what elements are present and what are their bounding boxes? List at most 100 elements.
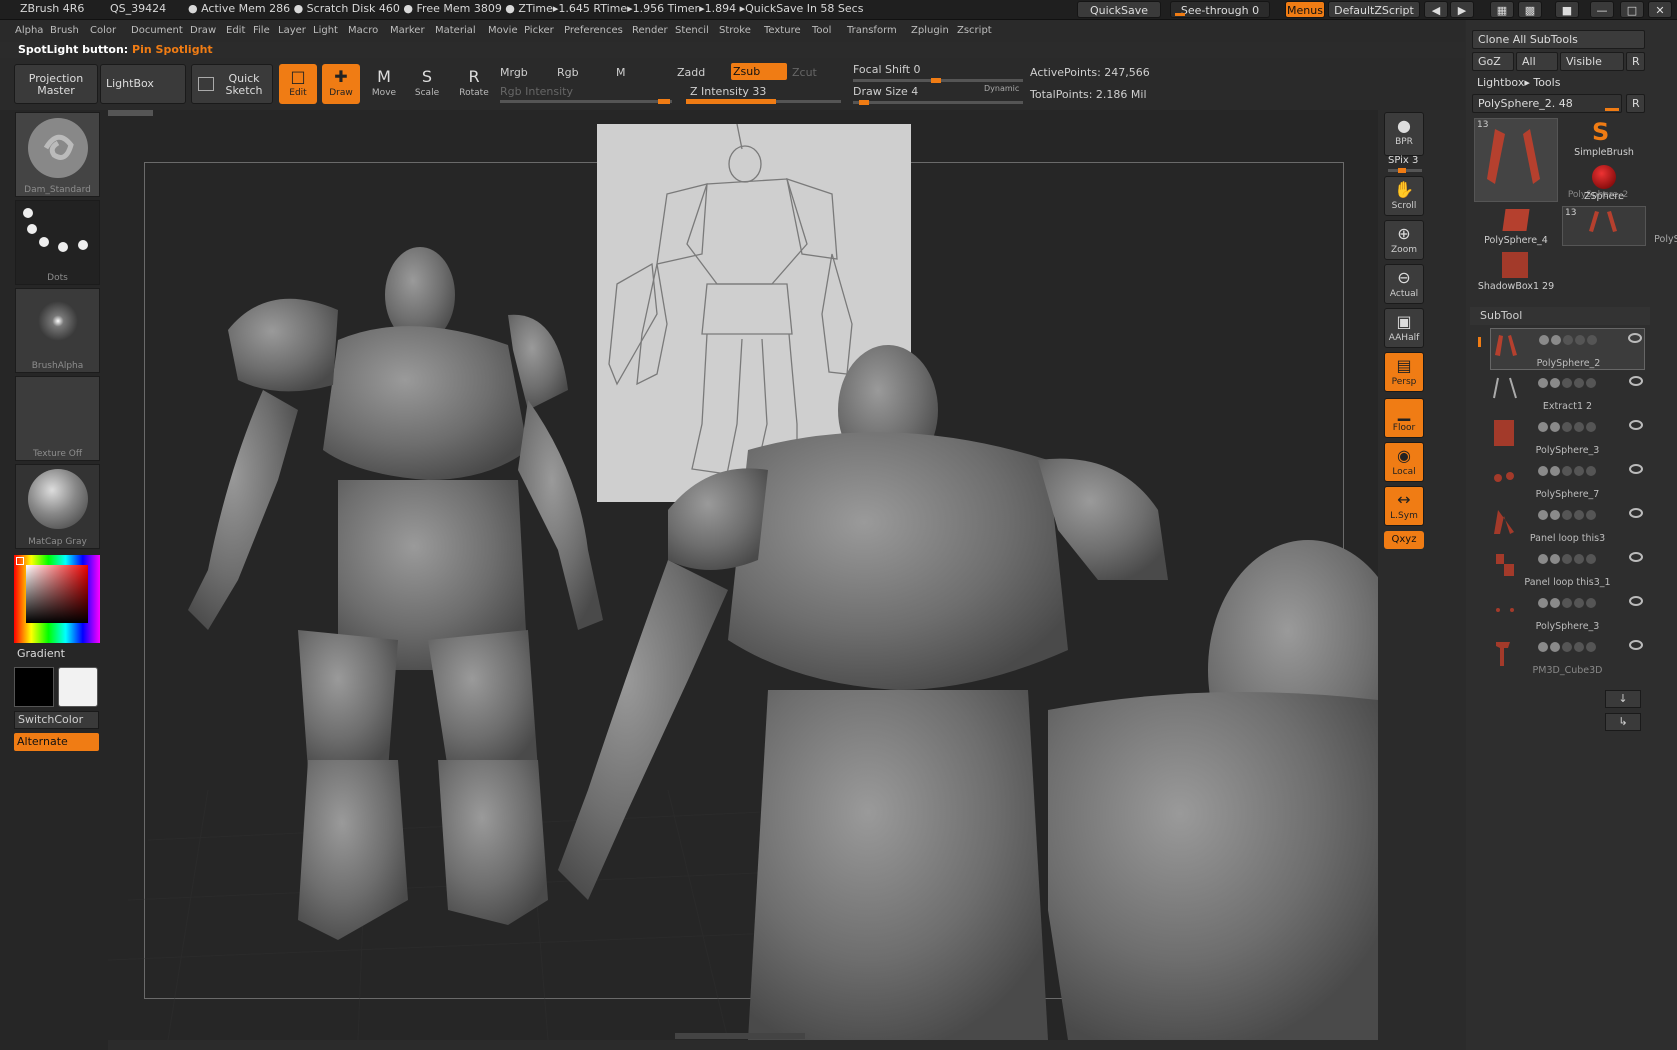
ui-color-icon[interactable]: ▩ (1518, 1, 1542, 18)
subtool-toggles[interactable] (1538, 422, 1638, 432)
z-intensity-track[interactable] (686, 99, 841, 104)
local-button[interactable]: ◉ Local (1384, 442, 1424, 482)
mrgb-button[interactable]: Mrgb (500, 66, 528, 79)
aahalf-button[interactable]: ▣ AAHalf (1384, 308, 1424, 348)
current-tool-slider[interactable]: PolySphere_2. 48 (1472, 94, 1622, 113)
xyz-button[interactable]: Qxyz (1384, 531, 1424, 549)
rgb-intensity-track[interactable] (500, 99, 672, 104)
m-button[interactable]: M (616, 66, 626, 79)
maximize-icon[interactable]: □ (1620, 1, 1644, 18)
z-intensity-slider[interactable]: Z Intensity 33 (690, 85, 766, 98)
eye-icon[interactable] (1629, 508, 1643, 518)
subtool-toggles[interactable] (1538, 378, 1638, 388)
spix-track[interactable] (1388, 168, 1422, 173)
persp-button[interactable]: ▤ Persp (1384, 352, 1424, 392)
tool-r-button[interactable]: R (1626, 94, 1645, 113)
default-zscript-button[interactable]: DefaultZScript (1328, 1, 1420, 18)
menu-zscript[interactable]: Zscript (957, 25, 992, 36)
menu-render[interactable]: Render (632, 25, 668, 36)
texture-thumbnail[interactable]: Texture Off (15, 376, 100, 461)
zoom-button[interactable]: ⊕ Zoom (1384, 220, 1424, 260)
actual-button[interactable]: ⊖ Actual (1384, 264, 1424, 304)
r-button[interactable]: R (1626, 52, 1645, 71)
menu-brush[interactable]: Brush (50, 25, 79, 36)
menu-layer[interactable]: Layer (278, 25, 306, 36)
bottom-shelf-handle[interactable] (675, 1033, 805, 1039)
minimize-icon[interactable]: — (1590, 1, 1614, 18)
menus-button[interactable]: Menus (1285, 1, 1325, 18)
quicksave-button[interactable]: QuickSave (1077, 1, 1161, 18)
alpha-thumbnail[interactable]: BrushAlpha (15, 288, 100, 373)
eye-icon[interactable] (1628, 333, 1642, 343)
zcut-button[interactable]: Zcut (792, 66, 817, 79)
brush-thumbnail[interactable]: Dam_Standard (15, 112, 100, 197)
edit-tool[interactable]: □ Edit (279, 64, 317, 104)
lsym-button[interactable]: ↔ L.Sym (1384, 486, 1424, 526)
gradient-label[interactable]: Gradient (17, 647, 65, 660)
menu-marker[interactable]: Marker (390, 25, 425, 36)
lightbox-tools-button[interactable]: Lightbox▸ Tools (1472, 74, 1645, 93)
eye-icon[interactable] (1629, 376, 1643, 386)
clone-all-subtools-button[interactable]: Clone All SubTools (1472, 30, 1645, 49)
draw-tool[interactable]: ✚ Draw (322, 64, 360, 104)
subtool-row[interactable]: PolySphere_3 (1490, 592, 1645, 634)
visible-button[interactable]: Visible (1560, 52, 1624, 71)
eye-icon[interactable] (1629, 552, 1643, 562)
menu-macro[interactable]: Macro (348, 25, 378, 36)
subtool-row[interactable]: Panel loop this3 (1490, 504, 1645, 546)
switchcolor-button[interactable]: SwitchColor (14, 711, 99, 729)
subtool-toggles[interactable] (1538, 510, 1638, 520)
move-to-bottom-icon[interactable]: ↳ (1605, 713, 1641, 731)
subtool-row[interactable]: PolySphere_7 (1490, 460, 1645, 502)
close-icon[interactable]: ✕ (1648, 1, 1672, 18)
color-picker[interactable] (14, 555, 100, 643)
subtool-toggles[interactable] (1539, 335, 1639, 345)
bpr-button[interactable]: ● BPR (1384, 112, 1424, 156)
subtool-toggles[interactable] (1538, 642, 1638, 652)
eye-icon[interactable] (1629, 596, 1643, 606)
subtool-row[interactable]: PolySphere_3 (1490, 416, 1645, 458)
goz-button[interactable]: GoZ (1472, 52, 1514, 71)
lock-icon[interactable]: ■ (1555, 1, 1579, 18)
subtool-toggles[interactable] (1538, 466, 1638, 476)
subtool-row[interactable]: PolySphere_2 (1490, 328, 1645, 370)
menu-light[interactable]: Light (313, 25, 338, 36)
color-square[interactable] (26, 565, 88, 623)
menu-texture[interactable]: Texture (764, 25, 801, 36)
subtool-scrollbar[interactable] (1478, 337, 1481, 347)
all-button[interactable]: All (1516, 52, 1558, 71)
spix-slider[interactable]: SPix 3 (1388, 155, 1418, 166)
menu-stroke[interactable]: Stroke (719, 25, 751, 36)
menu-zplugin[interactable]: Zplugin (911, 25, 949, 36)
zadd-button[interactable]: Zadd (677, 66, 705, 79)
menu-preferences[interactable]: Preferences (564, 25, 623, 36)
subtool-row[interactable]: Panel loop this3_1 (1490, 548, 1645, 590)
menu-movie[interactable]: Movie (488, 25, 518, 36)
menu-transform[interactable]: Transform (847, 25, 897, 36)
draw-size-slider[interactable]: Draw Size 4 (853, 85, 918, 98)
menu-tool[interactable]: Tool (812, 25, 831, 36)
eye-icon[interactable] (1629, 640, 1643, 650)
menu-document[interactable]: Document (131, 25, 183, 36)
floor-button[interactable]: ▁ Floor (1384, 398, 1424, 438)
rgb-intensity-slider[interactable]: Rgb Intensity (500, 85, 573, 98)
alternate-button[interactable]: Alternate (14, 733, 99, 751)
layout-icon[interactable]: ▦ (1490, 1, 1514, 18)
next-layout-icon[interactable]: ▶ (1450, 1, 1474, 18)
menu-edit[interactable]: Edit (226, 25, 245, 36)
tool-thumb-shadowbox[interactable]: ShadowBox1 29 (1474, 250, 1558, 292)
menu-color[interactable]: Color (90, 25, 116, 36)
menu-draw[interactable]: Draw (190, 25, 216, 36)
secondary-color-swatch[interactable] (14, 667, 54, 707)
scale-tool[interactable]: S Scale (408, 64, 446, 104)
tool-thumb-simplebrush[interactable]: S SimpleBrush (1562, 118, 1646, 158)
menu-alpha[interactable]: Alpha (15, 25, 43, 36)
rgb-button[interactable]: Rgb (557, 66, 579, 79)
subtool-header[interactable]: SubTool (1470, 307, 1650, 325)
scroll-button[interactable]: ✋ Scroll (1384, 176, 1424, 216)
eye-icon[interactable] (1629, 464, 1643, 474)
tool-thumb-zsphere[interactable]: ZSphere (1562, 162, 1646, 202)
menu-picker[interactable]: Picker (524, 25, 554, 36)
focal-shift-slider[interactable]: Focal Shift 0 (853, 63, 921, 76)
rotate-tool[interactable]: R Rotate (455, 64, 493, 104)
